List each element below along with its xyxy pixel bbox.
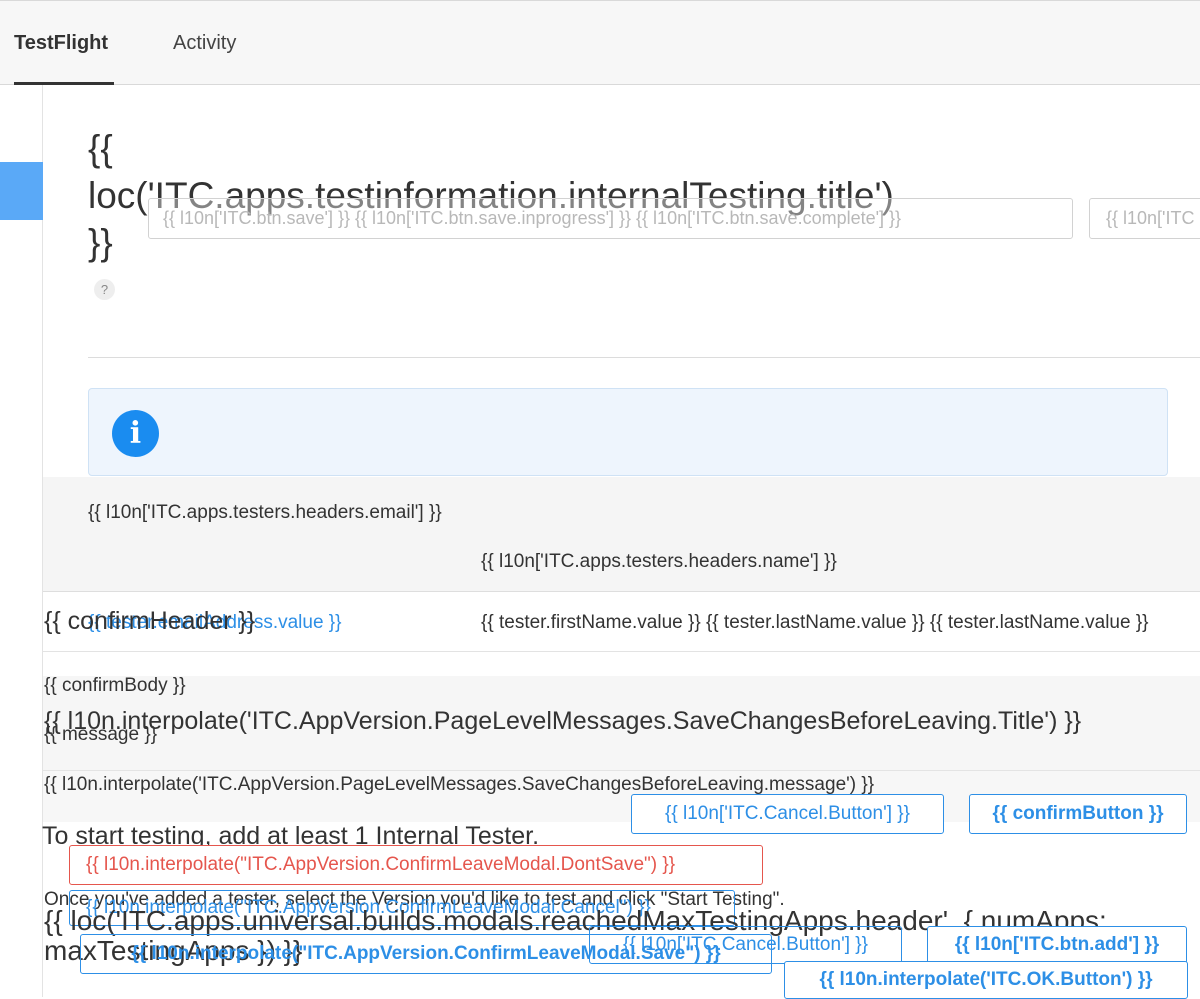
ok-button[interactable]: {{ l10n.interpolate('ITC.OK.Button') }} (784, 961, 1188, 999)
help-icon[interactable]: ? (94, 279, 115, 300)
table-header (43, 477, 1200, 592)
save-changes-modal-title: {{ l10n.interpolate('ITC.AppVersion.Page… (44, 707, 1082, 735)
add-button[interactable]: {{ l10n['ITC.btn.add'] }} (927, 926, 1187, 964)
tester-name: {{ tester.firstName.value }} {{ tester.l… (481, 612, 1149, 633)
column-header-email[interactable]: {{ l10n['ITC.apps.testers.headers.email'… (88, 496, 468, 529)
cancel-button[interactable]: {{ l10n['ITC.Cancel.Button'] }} (631, 794, 944, 834)
sidebar-active-indicator (0, 162, 43, 220)
section-divider (88, 357, 1200, 358)
confirm-modal-body: {{ confirmBody }} (44, 675, 186, 696)
dont-save-button[interactable]: {{ l10n.interpolate("ITC.AppVersion.Conf… (69, 845, 763, 885)
save-and-leave-button[interactable]: {{ l10n.interpolate("ITC.AppVersion.Conf… (80, 934, 772, 974)
page-title: {{ loc('ITC.apps.testinformation.interna… (88, 128, 894, 263)
tab-testflight[interactable]: TestFlight (14, 32, 108, 55)
save-button-extra[interactable]: {{ l10n['ITC (1089, 198, 1200, 239)
confirm-button[interactable]: {{ confirmButton }} (969, 794, 1187, 834)
save-button[interactable]: {{ l10n['ITC.btn.save'] }} {{ l10n['ITC.… (148, 198, 1073, 239)
column-header-name[interactable]: {{ l10n['ITC.apps.testers.headers.name']… (481, 551, 837, 573)
save-changes-modal-message: {{ l10n.interpolate('ITC.AppVersion.Page… (44, 774, 875, 795)
confirm-modal-header: {{ confirmHeader }} (44, 607, 256, 635)
info-banner (88, 388, 1168, 476)
table-row-divider (43, 651, 1200, 652)
tab-activity[interactable]: Activity (173, 32, 236, 55)
active-tab-indicator (14, 82, 114, 85)
info-icon: i (112, 410, 159, 457)
